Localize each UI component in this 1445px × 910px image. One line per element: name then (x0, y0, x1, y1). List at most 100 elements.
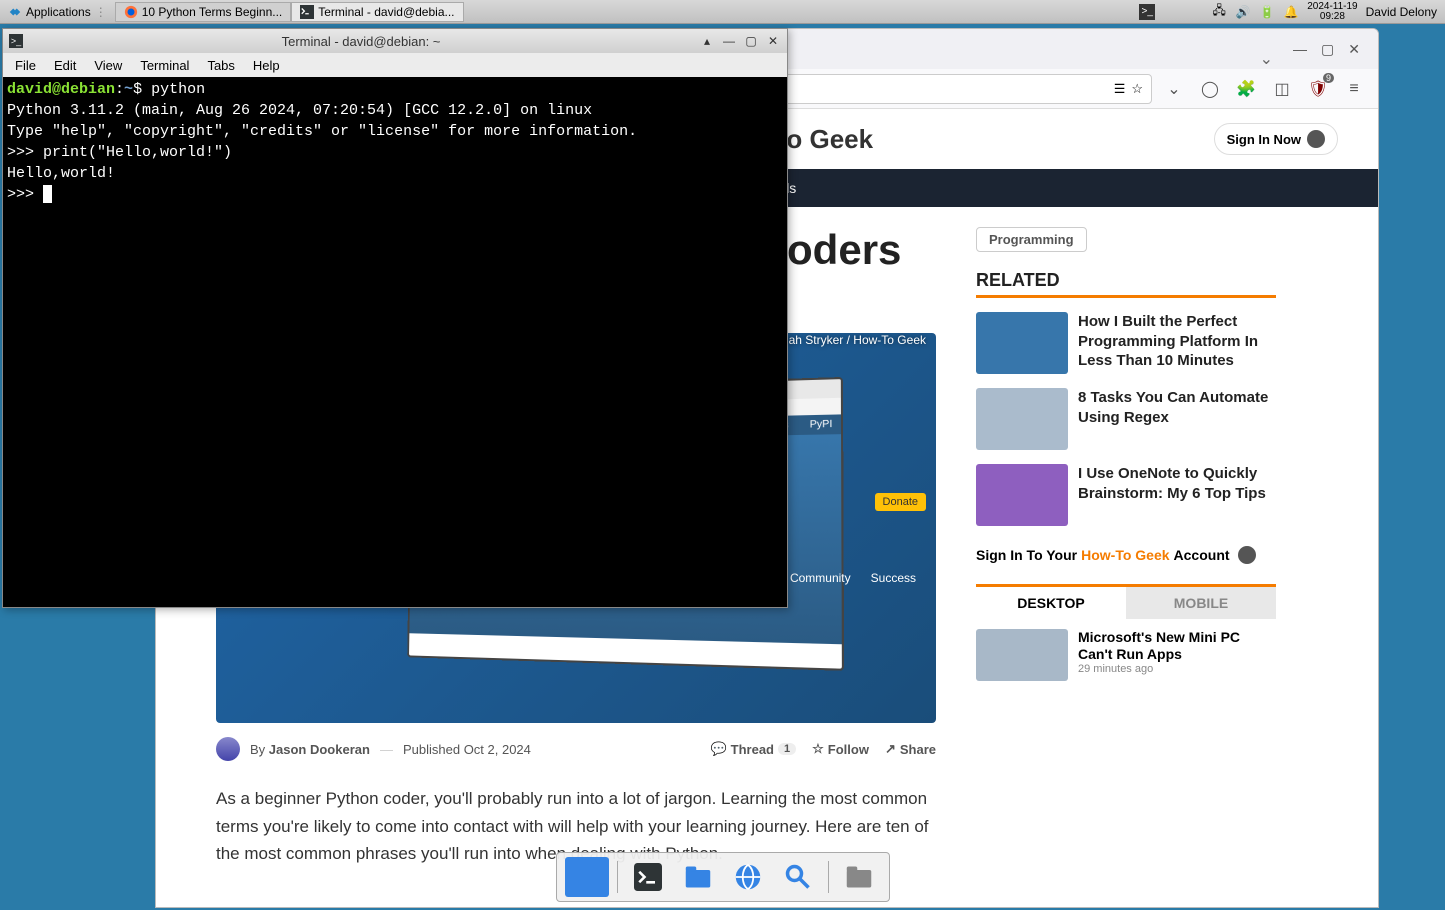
article-meta: By Jason Dookeran — Published Oct 2, 202… (216, 723, 936, 775)
dock-web[interactable] (726, 857, 770, 897)
related-heading: RELATED (976, 270, 1276, 298)
taskbar-label: 10 Python Terms Beginn... (142, 5, 283, 19)
dock-terminal[interactable] (626, 857, 670, 897)
network-icon[interactable]: 🖧 (1211, 4, 1227, 20)
menu-terminal[interactable]: Terminal (132, 56, 197, 75)
thread-button[interactable]: 💬 Thread 1 (710, 741, 796, 757)
menu-tabs[interactable]: Tabs (199, 56, 242, 75)
menu-edit[interactable]: Edit (46, 56, 84, 75)
ublock-icon[interactable]: 🛡9 (1304, 75, 1332, 103)
account-icon[interactable]: ◯ (1196, 75, 1224, 103)
taskbar-items: 10 Python Terms Beginn... Terminal - dav… (115, 2, 464, 22)
menu-view[interactable]: View (86, 56, 130, 75)
repl-output: Hello,world! (7, 165, 115, 182)
sidebar-icon[interactable]: ◫ (1268, 75, 1296, 103)
reader-icon[interactable]: ☰ (1114, 81, 1126, 97)
by-label: By (250, 742, 265, 757)
top-panel: Applications ⋮ 10 Python Terms Beginn...… (0, 0, 1445, 24)
window-close-icon[interactable]: ✕ (765, 33, 781, 49)
terminal-app-icon: >_ (9, 34, 23, 48)
dock-show-desktop[interactable] (565, 857, 609, 897)
terminal-icon (300, 5, 314, 19)
panel-clock[interactable]: 2024-11-19 09:28 (1307, 2, 1357, 22)
pocket-icon[interactable]: ⌄ (1160, 75, 1188, 103)
xfce-icon (8, 5, 22, 19)
related-item[interactable]: 8 Tasks You Can Automate Using Regex (976, 388, 1276, 450)
news-item[interactable]: Microsoft's New Mini PC Can't Run Apps 2… (976, 619, 1276, 691)
close-icon[interactable]: ✕ (1348, 41, 1360, 58)
menu-divider: ⋮ (95, 5, 107, 19)
dock-files[interactable] (676, 857, 720, 897)
taskbar-item-firefox[interactable]: 10 Python Terms Beginn... (115, 2, 292, 22)
browser-window-controls: — ▢ ✕ (1283, 29, 1370, 69)
terminal-content[interactable]: david@debian:~$ python Python 3.11.2 (ma… (3, 77, 787, 607)
extensions-icon[interactable]: 🧩 (1232, 75, 1260, 103)
power-icon[interactable]: 🔋 (1259, 4, 1275, 20)
notification-icon[interactable]: 🔔 (1283, 4, 1299, 20)
volume-icon[interactable]: 🔊 (1235, 4, 1251, 20)
minimize-icon[interactable]: — (1293, 41, 1307, 57)
maximize-icon[interactable]: ▢ (1321, 41, 1334, 58)
signin-button[interactable]: Sign In Now (1214, 123, 1338, 155)
output-line: Python 3.11.2 (main, Aug 26 2024, 07:20:… (7, 102, 592, 119)
menu-file[interactable]: File (7, 56, 44, 75)
related-title: How I Built the Perfect Programming Plat… (1078, 312, 1276, 374)
dock-search[interactable] (776, 857, 820, 897)
follow-button[interactable]: ☆ Follow (812, 741, 869, 757)
hero-subnav: Success (871, 571, 916, 585)
window-maximize-icon[interactable]: ▢ (743, 33, 759, 49)
dock-folder[interactable] (837, 857, 881, 897)
donate-button: Donate (875, 493, 926, 511)
cursor (43, 185, 52, 203)
panel-username[interactable]: David Delony (1366, 5, 1437, 19)
related-title: I Use OneNote to Quickly Brainstorm: My … (1078, 464, 1276, 526)
terminal-menubar: File Edit View Terminal Tabs Help (3, 53, 787, 77)
hero-subnav: Community (790, 571, 851, 585)
applications-label: Applications (26, 5, 91, 19)
share-button[interactable]: ↗ Share (885, 741, 936, 757)
prompt-path: ~ (124, 81, 133, 98)
related-title: 8 Tasks You Can Automate Using Regex (1078, 388, 1276, 450)
related-thumb (976, 464, 1068, 526)
repl-prompt: >>> (7, 186, 43, 203)
user-circle-icon (1238, 546, 1256, 564)
signin-label: Sign In Now (1227, 132, 1301, 147)
related-item[interactable]: How I Built the Perfect Programming Plat… (976, 312, 1276, 374)
related-item[interactable]: I Use OneNote to Quickly Brainstorm: My … (976, 464, 1276, 526)
bottom-dock (556, 852, 890, 902)
taskbar-item-terminal[interactable]: Terminal - david@debia... (291, 2, 463, 22)
author-name[interactable]: Jason Dookeran (269, 742, 370, 757)
tab-dropdown-icon[interactable]: ⌄ (1250, 49, 1283, 69)
menu-icon[interactable]: ≡ (1340, 75, 1368, 103)
user-icon (1307, 130, 1325, 148)
laptop-nav-item: PyPI (810, 419, 833, 431)
tray-separator2 (1187, 4, 1203, 20)
tray-terminal-icon[interactable]: >_ (1139, 4, 1155, 20)
terminal-titlebar[interactable]: >_ Terminal - david@debian: ~ ▴ — ▢ ✕ (3, 29, 787, 53)
tab-desktop[interactable]: DESKTOP (976, 587, 1126, 619)
prompt-user: david@debian (7, 81, 115, 98)
tab-mobile[interactable]: MOBILE (1126, 587, 1276, 619)
panel-left: Applications ⋮ 10 Python Terms Beginn...… (0, 2, 464, 22)
firefox-icon (124, 5, 138, 19)
tag-chip[interactable]: Programming (976, 227, 1087, 252)
bookmark-star-icon[interactable]: ☆ (1131, 81, 1143, 97)
window-minimize-icon[interactable]: — (721, 33, 737, 49)
applications-menu[interactable]: Applications ⋮ (0, 5, 115, 19)
published-date: Oct 2, 2024 (464, 742, 531, 757)
author-avatar (216, 737, 240, 761)
published-label: Published (403, 742, 460, 757)
taskbar-label: Terminal - david@debia... (318, 5, 454, 19)
terminal-window: >_ Terminal - david@debian: ~ ▴ — ▢ ✕ Fi… (2, 28, 788, 608)
repl-input: >>> print("Hello,world!") (7, 144, 232, 161)
thread-count: 1 (778, 743, 796, 755)
panel-right: >_ 🖧 🔊 🔋 🔔 2024-11-19 09:28 David Delony (1139, 2, 1445, 22)
window-rollup-icon[interactable]: ▴ (699, 33, 715, 49)
logo-post: o Geek (786, 124, 873, 155)
menu-help[interactable]: Help (245, 56, 288, 75)
signin-account-link[interactable]: Sign In To Your How-To Geek Account (976, 546, 1276, 564)
panel-time: 09:28 (1307, 12, 1357, 22)
news-title: Microsoft's New Mini PC Can't Run Apps (1078, 629, 1276, 663)
output-line: Type "help", "copyright", "credits" or "… (7, 123, 637, 140)
tray-separator (1163, 4, 1179, 20)
